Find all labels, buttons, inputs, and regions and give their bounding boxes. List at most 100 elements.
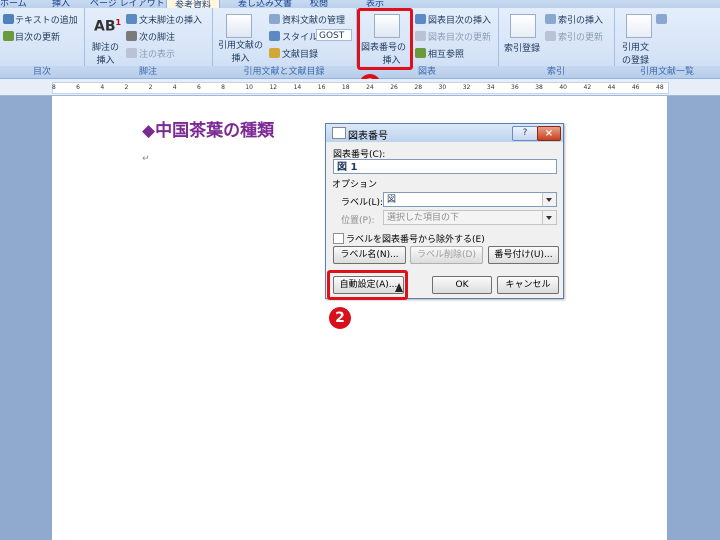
insert-tof-icon bbox=[415, 14, 426, 24]
manage-sources-icon bbox=[269, 14, 280, 24]
update-table-button[interactable]: 図表目次の更新 bbox=[428, 30, 491, 43]
tab-review[interactable]: 校閲 bbox=[310, 0, 328, 8]
options-label: オプション bbox=[332, 180, 378, 190]
insert-index-button[interactable]: 索引の挿入 bbox=[558, 13, 603, 26]
ruler-tick: 12 bbox=[269, 84, 278, 91]
mark-citation-line1: 引用文 bbox=[622, 43, 650, 53]
ruler-tick: 4 bbox=[172, 84, 177, 91]
ruler-tick: 42 bbox=[583, 84, 592, 91]
show-notes-button[interactable]: 注の表示 bbox=[139, 47, 175, 60]
ribbon-tabs: ホーム 挿入 ページ レイアウト 参考資料 差し込み文書 校閲 表示 bbox=[0, 0, 720, 8]
group-footnotes: AB1 脚注の 挿入 文末脚注の挿入 次の脚注 注の表示 脚注 bbox=[84, 8, 213, 78]
tab-insert[interactable]: 挿入 bbox=[52, 0, 70, 8]
update-index-icon bbox=[545, 31, 556, 41]
mark-citation-line2: の登録 bbox=[622, 56, 650, 66]
document-heading: ◆中国茶葉の種類 bbox=[142, 121, 275, 141]
insert-index-icon bbox=[545, 14, 556, 24]
insert-tof-button[interactable]: 図表目次の挿入 bbox=[428, 13, 491, 26]
close-button[interactable]: × bbox=[537, 126, 561, 141]
group-label-toa: 引用文献一覧 bbox=[614, 66, 720, 78]
ruler-tick: 4 bbox=[100, 84, 105, 91]
mark-entry-icon bbox=[510, 14, 536, 38]
group-label-citations: 引用文献と文献目録 bbox=[212, 66, 356, 78]
cancel-button[interactable]: キャンセル bbox=[497, 276, 559, 294]
tab-references[interactable]: 参考資料 bbox=[166, 0, 221, 8]
ruler-tick: 18 bbox=[341, 84, 350, 91]
ruler-tick: 2 bbox=[148, 84, 153, 91]
new-label-button[interactable]: ラベル名(N)... bbox=[333, 246, 406, 264]
insert-citation-icon bbox=[226, 14, 252, 38]
ruler-tick: 46 bbox=[631, 84, 640, 91]
label-dropdown-arrow-icon bbox=[542, 193, 556, 206]
ruler-tick: 40 bbox=[559, 84, 567, 91]
group-toa: 引用文の登録 引用文献一覧 bbox=[614, 8, 720, 78]
ruler-tick: 26 bbox=[390, 84, 398, 91]
position-dropdown-arrow-icon bbox=[542, 211, 556, 224]
ruler-tick: 32 bbox=[462, 84, 471, 91]
ruler-tick: 36 bbox=[511, 84, 519, 91]
ruler-tick: 8 bbox=[221, 84, 225, 91]
ruler-tick: 14 bbox=[293, 84, 302, 91]
add-text-icon bbox=[3, 14, 14, 24]
ruler-tick: 34 bbox=[486, 84, 495, 91]
delete-label-button[interactable]: ラベル削除(D) bbox=[410, 246, 483, 264]
group-label-toc: 目次 bbox=[0, 66, 84, 78]
update-index-button[interactable]: 索引の更新 bbox=[558, 30, 603, 43]
ok-button[interactable]: OK bbox=[432, 276, 492, 294]
cross-ref-button[interactable]: 相互参照 bbox=[428, 47, 464, 60]
style-icon bbox=[269, 31, 280, 41]
ruler-tick: 44 bbox=[607, 84, 616, 91]
insert-citation-line2: 挿入 bbox=[231, 54, 250, 64]
highlight-insert-caption bbox=[357, 8, 413, 70]
update-toc-button[interactable]: 目次の更新 bbox=[15, 30, 60, 43]
cross-ref-icon bbox=[415, 48, 426, 58]
update-toc-icon bbox=[3, 31, 14, 41]
insert-footnote-button[interactable]: 脚注の 挿入 bbox=[92, 40, 119, 66]
ruler-tick: 24 bbox=[366, 84, 374, 91]
tab-view[interactable]: 表示 bbox=[366, 0, 384, 8]
insert-citation-button[interactable]: 引用文献の 挿入 bbox=[218, 38, 263, 64]
bibliography-button[interactable]: 文献目録 bbox=[282, 47, 318, 60]
insert-endnote-button[interactable]: 文末脚注の挿入 bbox=[139, 13, 202, 26]
ruler-tick: 30 bbox=[438, 84, 447, 91]
dialog-app-icon bbox=[332, 127, 346, 139]
ruler-tick: 6 bbox=[196, 84, 201, 91]
caption-input[interactable]: 図 1 bbox=[333, 159, 557, 174]
position-label: 位置(P): bbox=[341, 216, 375, 226]
next-footnote-button[interactable]: 次の脚注 bbox=[139, 30, 175, 43]
dialog-title: 図表番号 bbox=[348, 131, 388, 142]
group-label-footnotes: 脚注 bbox=[84, 66, 212, 78]
mark-citation-button[interactable]: 引用文 の登録 bbox=[622, 40, 649, 66]
group-index: 索引登録 索引の挿入 索引の更新 索引 bbox=[498, 8, 615, 78]
ruler-tick: 8 bbox=[52, 84, 56, 91]
ruler-tick: 2 bbox=[124, 84, 129, 91]
tab-home[interactable]: ホーム bbox=[0, 0, 27, 8]
ruler-tick: 16 bbox=[317, 84, 326, 91]
update-table-icon bbox=[415, 31, 426, 41]
help-button[interactable]: ? bbox=[512, 126, 538, 141]
label-select-value: 図 bbox=[387, 195, 397, 205]
caption-input-value: 図 1 bbox=[337, 162, 358, 173]
dialog-titlebar[interactable]: 図表番号 ? × bbox=[326, 124, 563, 142]
tab-mailings[interactable]: 差し込み文書 bbox=[238, 0, 292, 8]
insert-footnote-line1: 脚注の bbox=[92, 43, 120, 53]
paragraph-mark: ↵ bbox=[142, 154, 150, 164]
insert-citation-line1: 引用文献の bbox=[218, 41, 264, 51]
ruler-tick: 38 bbox=[535, 84, 543, 91]
exclude-label-checkbox[interactable] bbox=[333, 233, 344, 244]
position-select[interactable]: 選択した項目の下 bbox=[383, 210, 557, 225]
mark-entry-button[interactable]: 索引登録 bbox=[504, 41, 540, 54]
label-select[interactable]: 図 bbox=[383, 192, 557, 207]
tab-page-layout[interactable]: ページ レイアウト bbox=[90, 0, 165, 8]
style-dropdown[interactable]: GOST bbox=[316, 29, 352, 41]
label-field-label: ラベル(L): bbox=[341, 198, 384, 208]
manage-sources-button[interactable]: 資料文献の管理 bbox=[282, 13, 345, 26]
show-notes-icon bbox=[126, 48, 137, 58]
add-text-button[interactable]: テキストの追加 bbox=[15, 13, 78, 26]
mouse-cursor-icon bbox=[395, 283, 403, 292]
numbering-button[interactable]: 番号付け(U)... bbox=[488, 246, 559, 264]
bibliography-icon bbox=[269, 48, 280, 58]
next-footnote-icon bbox=[126, 31, 137, 41]
group-citations: 引用文献の 挿入 資料文献の管理 スタイル: GOST 文献目録 引用文献と文献目… bbox=[212, 8, 357, 78]
mark-citation-icon bbox=[626, 14, 652, 38]
